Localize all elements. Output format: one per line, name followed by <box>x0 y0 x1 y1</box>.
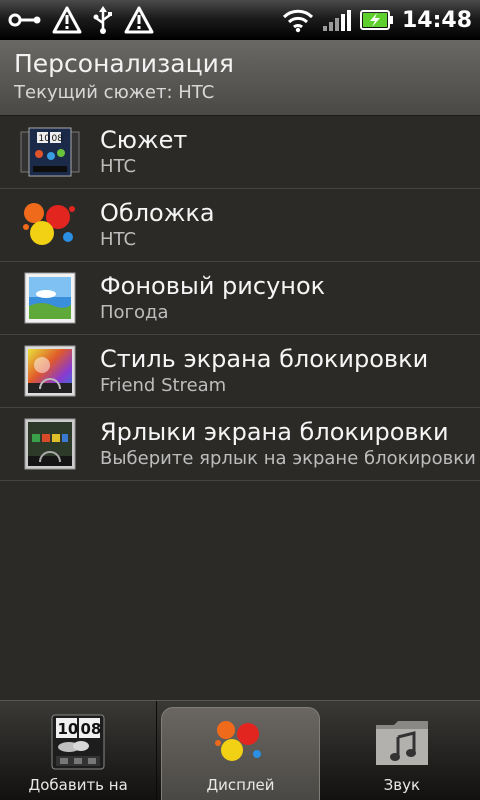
list-item-subtitle: HTC <box>100 229 137 250</box>
lockscreen-style-icon <box>0 335 100 408</box>
list-item-lockscreen-style[interactable]: Стиль экрана блокировки Friend Stream <box>0 335 480 408</box>
warning-icon <box>124 6 154 34</box>
list-item-subtitle: Выберите ярлык на экране блокировки <box>100 448 476 469</box>
page-subtitle: Текущий сюжет: HTC <box>14 82 215 103</box>
page-header: Персонализация Текущий сюжет: HTC <box>0 40 480 116</box>
svg-text:10: 10 <box>39 134 51 144</box>
page-title: Персонализация <box>14 49 234 78</box>
list-item-skin[interactable]: Обложка HTC <box>0 189 480 262</box>
lockscreen-shortcuts-icon <box>0 408 100 481</box>
usb-icon <box>92 6 114 34</box>
list-item-subtitle: Погода <box>100 302 169 323</box>
tab-label: Добавить на <box>28 776 128 794</box>
tab-sound[interactable]: Звук <box>324 701 480 800</box>
list-item-title: Сюжет <box>100 126 188 154</box>
bottom-tab-bar: 10 08 Добавить на Дисплей Звук <box>0 700 480 800</box>
list-item-title: Обложка <box>100 199 215 227</box>
tab-add-to[interactable]: 10 08 Добавить на <box>0 701 158 800</box>
list-item-subtitle: HTC <box>100 156 137 177</box>
settings-list: 10 08 Сюжет HTC Обложка HTC Фоновый рису… <box>0 116 480 481</box>
scene-icon: 10 08 <box>0 116 100 189</box>
list-item-scene[interactable]: 10 08 Сюжет HTC <box>0 116 480 189</box>
sound-folder-icon <box>374 714 430 770</box>
signal-icon <box>322 8 352 32</box>
list-item-title: Ярлыки экрана блокировки <box>100 418 449 446</box>
svg-text:08: 08 <box>81 720 102 738</box>
skin-paint-splash-icon <box>0 189 100 262</box>
list-item-title: Фоновый рисунок <box>100 272 326 300</box>
display-paint-icon <box>212 714 268 770</box>
status-bar: 14:48 <box>0 0 480 40</box>
add-widget-clock-icon: 10 08 <box>50 714 106 770</box>
tab-label: Звук <box>383 776 421 794</box>
list-item-lockscreen-shortcuts[interactable]: Ярлыки экрана блокировки Выберите ярлык … <box>0 408 480 481</box>
wifi-icon <box>282 7 314 33</box>
list-item-wallpaper[interactable]: Фоновый рисунок Погода <box>0 262 480 335</box>
warning-icon <box>52 6 82 34</box>
clock: 14:48 <box>401 7 472 33</box>
battery-charging-icon <box>359 9 394 31</box>
svg-text:08: 08 <box>52 134 64 144</box>
list-item-subtitle: Friend Stream <box>100 375 227 396</box>
tab-label: Дисплей <box>206 776 275 794</box>
tab-display[interactable]: Дисплей <box>161 707 320 800</box>
key-link-icon <box>8 10 42 30</box>
list-item-title: Стиль экрана блокировки <box>100 345 429 373</box>
wallpaper-icon <box>0 262 100 335</box>
svg-text:10: 10 <box>58 720 79 738</box>
